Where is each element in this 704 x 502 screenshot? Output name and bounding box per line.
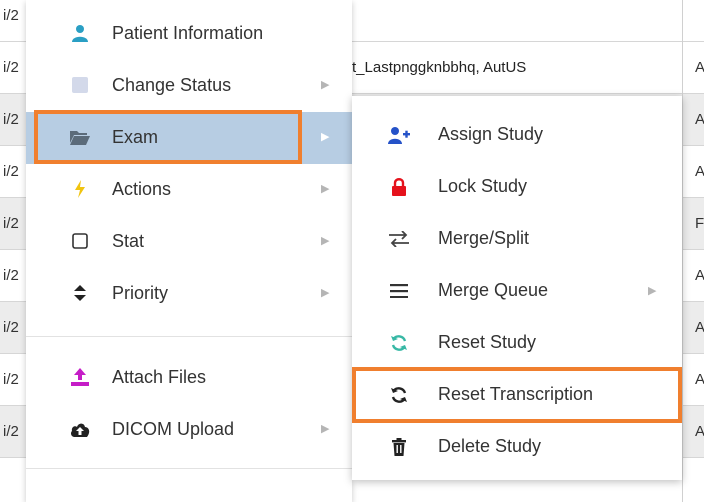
menu-item-dicom-upload[interactable]: DICOM Upload ▶ [26, 404, 352, 456]
menu-item-actions[interactable]: Actions ▶ [26, 164, 352, 216]
date-cell: i/2 [3, 111, 19, 128]
chevron-right-icon: ▶ [321, 287, 330, 299]
chevron-right-icon: ▶ [321, 423, 330, 435]
chevron-right-icon: ▶ [321, 79, 330, 91]
date-cell: i/2 [3, 163, 19, 180]
date-cell: i/2 [3, 423, 19, 440]
menu-divider [26, 336, 352, 337]
submenu-item-merge-split[interactable]: Merge/Split [352, 214, 682, 266]
date-cell: i/2 [3, 7, 19, 24]
menu-item-label: DICOM Upload [112, 419, 235, 439]
exam-submenu: Assign Study Lock Study Merge/Split Merg… [352, 96, 682, 480]
column-divider [682, 0, 683, 502]
menu-item-label: Actions [112, 179, 172, 199]
submenu-item-label: Delete Study [438, 436, 542, 456]
menu-item-priority[interactable]: Priority ▶ [26, 268, 352, 320]
date-cell: i/2 [3, 371, 19, 388]
menu-divider [26, 468, 352, 469]
bolt-icon [70, 179, 90, 199]
status-cell: A [695, 423, 704, 440]
context-menu: Patient Information Change Status ▶ Exam… [26, 0, 352, 502]
date-cell: i/2 [3, 267, 19, 284]
lock-icon [388, 176, 410, 198]
submenu-item-reset-transcription[interactable]: Reset Transcription [352, 370, 682, 422]
date-cell: i/2 [3, 215, 19, 232]
menu-item-label: Patient Information [112, 23, 264, 43]
date-cell: i/2 [3, 59, 19, 76]
menu-item-stat[interactable]: Stat ▶ [26, 216, 352, 268]
menu-item-label: Priority [112, 283, 169, 303]
cloud-upload-icon [70, 419, 90, 439]
refresh-icon [388, 332, 410, 354]
submenu-item-delete-study[interactable]: Delete Study [352, 422, 682, 474]
menu-item-exam[interactable]: Exam ▶ [26, 112, 352, 164]
submenu-item-label: Merge/Split [438, 228, 530, 248]
trash-icon [388, 436, 410, 458]
menu-item-patient-information[interactable]: Patient Information [26, 8, 352, 60]
menu-item-label: Change Status [112, 75, 232, 95]
submenu-item-label: Reset Study [438, 332, 537, 352]
status-cell: A [695, 371, 704, 388]
status-cell: A [695, 111, 704, 128]
submenu-item-label: Assign Study [438, 124, 544, 144]
upload-icon [70, 367, 90, 387]
patient-name-cell: t_Lastpnggknbbhq, AutUS [352, 59, 527, 76]
menu-item-label: Attach Files [112, 367, 207, 387]
user-plus-icon [388, 124, 410, 146]
chevron-right-icon: ▶ [321, 235, 330, 247]
status-cell: A [695, 59, 704, 76]
square-icon [70, 75, 90, 95]
submenu-item-merge-queue[interactable]: Merge Queue ▶ [352, 266, 682, 318]
folder-open-icon [70, 127, 90, 147]
menu-item-attach-files[interactable]: Attach Files [26, 352, 352, 404]
chevron-right-icon: ▶ [321, 183, 330, 195]
submenu-item-assign-study[interactable]: Assign Study [352, 110, 682, 162]
checkbox-icon [70, 231, 90, 251]
user-icon [70, 23, 90, 43]
status-cell: A [695, 267, 704, 284]
sync-icon [388, 384, 410, 406]
status-cell: A [695, 319, 704, 336]
menu-item-label: Stat [112, 231, 145, 251]
menu-item-change-status[interactable]: Change Status ▶ [26, 60, 352, 112]
status-cell: A [695, 163, 704, 180]
bars-icon [388, 280, 410, 302]
chevron-right-icon: ▶ [648, 285, 657, 297]
submenu-item-lock-study[interactable]: Lock Study [352, 162, 682, 214]
submenu-item-label: Merge Queue [438, 280, 549, 300]
submenu-item-label: Lock Study [438, 176, 528, 196]
screen: i/2 i/2 t_Lastpnggknbbhq, AutUS A i/2 A … [0, 0, 704, 502]
submenu-item-reset-study[interactable]: Reset Study [352, 318, 682, 370]
date-cell: i/2 [3, 319, 19, 336]
sort-icon [70, 283, 90, 303]
submenu-item-label: Reset Transcription [438, 384, 594, 404]
chevron-right-icon: ▶ [321, 131, 330, 143]
menu-item-label: Exam [112, 127, 159, 147]
exchange-icon [388, 228, 410, 250]
status-cell: F [695, 215, 704, 232]
